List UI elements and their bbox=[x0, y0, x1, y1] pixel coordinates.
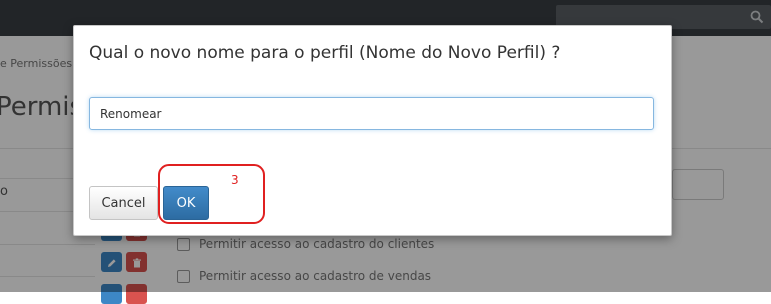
dialog-title: Qual o novo nome para o perfil (Nome do … bbox=[89, 43, 561, 63]
step-number: 3 bbox=[231, 173, 239, 187]
step-highlight-box bbox=[158, 164, 265, 224]
profile-name-input[interactable] bbox=[89, 97, 654, 130]
cancel-button[interactable]: Cancel bbox=[89, 186, 158, 220]
